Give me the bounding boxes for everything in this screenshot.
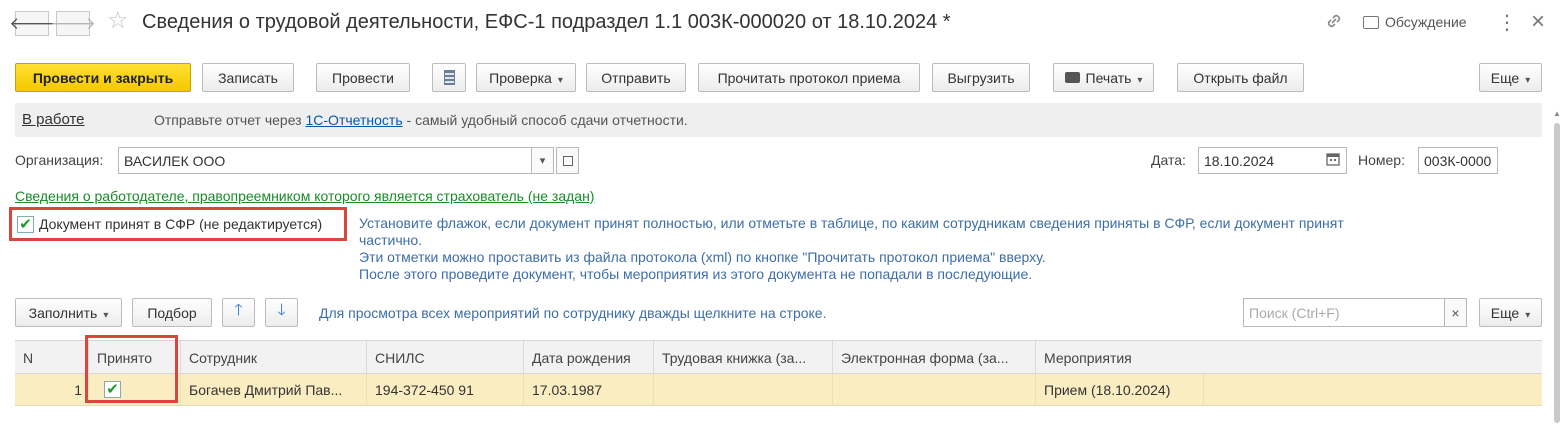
post-button[interactable]: Провести: [316, 63, 410, 92]
cell-events: Прием (18.10.2024): [1036, 374, 1204, 406]
link-icon[interactable]: [1325, 12, 1343, 33]
number-field[interactable]: 003К-0000: [1418, 147, 1498, 174]
hint-line: Установите флажок, если документ принят …: [359, 215, 1344, 231]
arrow-down-icon: 🡓: [277, 302, 286, 319]
organization-dropdown-button[interactable]: ▾: [531, 147, 554, 174]
open-window-icon: [562, 155, 573, 166]
vertical-scrollbar[interactable]: ▲: [1552, 103, 1562, 432]
upload-button[interactable]: Выгрузить: [932, 63, 1030, 92]
forward-button[interactable]: 🡒: [50, 11, 96, 36]
scrollbar-thumb[interactable]: [1554, 123, 1560, 423]
fill-dropdown-button[interactable]: Заполнить: [15, 298, 122, 327]
table-more-dropdown-button[interactable]: Еще: [1479, 298, 1542, 327]
arrow-right-icon: 🡒: [50, 14, 96, 33]
column-header-events[interactable]: Мероприятия: [1036, 341, 1542, 375]
scroll-up-icon[interactable]: ▲: [1553, 109, 1561, 118]
highlight-frame: [85, 335, 178, 403]
date-label: Дата:: [1151, 152, 1186, 168]
accepted-checkbox-label: Документ принят в СФР (не редактируется): [39, 216, 323, 232]
status-message-suffix: - самый удобный способ сдачи отчетности.: [406, 112, 688, 128]
checkmark-icon: ✔: [19, 216, 32, 233]
column-header-snils[interactable]: СНИЛС: [367, 341, 524, 375]
status-message: Отправьте отчет через 1С-Отчетность - са…: [154, 112, 688, 128]
table-header: N Принято Сотрудник СНИЛС Дата рождения …: [15, 340, 1542, 375]
column-header-birth-date[interactable]: Дата рождения: [524, 341, 654, 375]
cell-n: 1: [15, 374, 89, 406]
move-up-button[interactable]: 🡑: [222, 298, 255, 327]
organization-label: Организация:: [15, 152, 104, 168]
report-button[interactable]: [432, 63, 466, 92]
more-label: Еще: [1491, 70, 1531, 86]
organization-field[interactable]: ВАСИЛЕК ООО: [118, 147, 532, 174]
reporting-service-link[interactable]: 1С-Отчетность: [306, 112, 403, 128]
employer-info-link[interactable]: Сведения о работодателе, правопреемником…: [15, 188, 594, 204]
accepted-hint: Установите флажок, если документ принят …: [359, 215, 1459, 283]
document-status-link[interactable]: В работе: [22, 111, 85, 128]
select-button[interactable]: Подбор: [132, 298, 212, 327]
read-protocol-button[interactable]: Прочитать протокол приема: [698, 63, 920, 92]
status-bar: В работе Отправьте отчет через 1С-Отчетн…: [15, 103, 1542, 137]
column-header-work-book[interactable]: Трудовая книжка (за...: [654, 341, 833, 375]
arrow-left-icon: 🡐: [9, 14, 55, 33]
arrow-up-icon: 🡑: [234, 302, 243, 319]
column-header-n[interactable]: N: [15, 341, 89, 375]
check-dropdown-button[interactable]: Проверка: [476, 63, 576, 92]
close-icon: ×: [1451, 304, 1460, 321]
fill-label: Заполнить: [29, 305, 109, 321]
chevron-down-icon: ▾: [539, 155, 546, 167]
column-header-electronic-form[interactable]: Электронная форма (за...: [833, 341, 1036, 375]
print-label: Печать: [1086, 70, 1143, 86]
open-file-button[interactable]: Открыть файл: [1177, 63, 1304, 92]
cell-electronic-form: [833, 374, 1036, 406]
status-message-prefix: Отправьте отчет через: [154, 112, 302, 128]
post-and-close-button[interactable]: Провести и закрыть: [15, 63, 191, 92]
more-vertical-icon[interactable]: ⋮: [1497, 10, 1517, 35]
favorite-star-icon[interactable]: ☆: [107, 9, 129, 33]
chat-icon: [1363, 15, 1379, 29]
hint-line: частично.: [359, 232, 423, 248]
column-header-employee[interactable]: Сотрудник: [181, 341, 367, 375]
move-down-button[interactable]: 🡓: [265, 298, 298, 327]
send-button[interactable]: Отправить: [586, 63, 686, 92]
cell-birth-date: 17.03.1987: [524, 374, 654, 406]
cell-empty: [1204, 374, 1542, 406]
discussion-label: Обсуждение: [1385, 14, 1467, 30]
search-clear-button[interactable]: ×: [1444, 298, 1467, 327]
date-value: 18.10.2024: [1204, 152, 1275, 169]
hint-line: Эти отметки можно проставить из файла пр…: [359, 249, 1046, 265]
close-icon[interactable]: ×: [1531, 8, 1545, 36]
table-more-label: Еще: [1491, 305, 1531, 321]
document-icon: [443, 70, 455, 85]
hint-line: После этого проведите документ, чтобы ме…: [359, 266, 1033, 282]
page-title: Сведения о трудовой деятельности, ЕФС-1 …: [142, 11, 951, 33]
calendar-icon[interactable]: [1325, 151, 1341, 167]
number-label: Номер:: [1358, 152, 1405, 168]
save-button[interactable]: Записать: [202, 63, 294, 92]
organization-open-button[interactable]: [556, 147, 579, 174]
table-row[interactable]: 1 ✔ Богачев Дмитрий Пав... 194-372-450 9…: [15, 374, 1542, 406]
back-button[interactable]: 🡐: [9, 11, 55, 36]
check-label: Проверка: [489, 70, 563, 86]
more-dropdown-button[interactable]: Еще: [1479, 63, 1542, 92]
discussion-button[interactable]: Обсуждение: [1363, 14, 1467, 30]
cell-employee: Богачев Дмитрий Пав...: [181, 374, 367, 406]
accepted-checkbox[interactable]: ✔: [17, 216, 34, 233]
printer-icon: [1064, 72, 1080, 83]
cell-work-book: [654, 374, 833, 406]
table-hint: Для просмотра всех мероприятий по сотруд…: [319, 305, 827, 321]
cell-snils: 194-372-450 91: [367, 374, 524, 406]
print-dropdown-button[interactable]: Печать: [1053, 63, 1154, 92]
search-input[interactable]: Поиск (Ctrl+F): [1243, 298, 1445, 327]
